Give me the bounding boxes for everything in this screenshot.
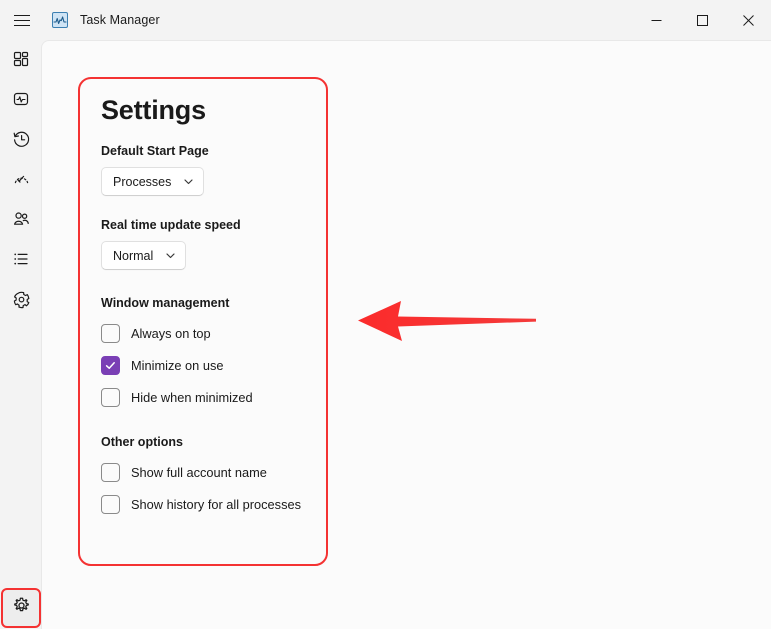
gear-cog-icon xyxy=(12,290,31,309)
close-button[interactable] xyxy=(725,0,771,40)
default-start-page-dropdown[interactable]: Processes xyxy=(101,167,205,197)
other-options-label: Other options xyxy=(101,435,183,450)
page-title: Settings xyxy=(101,95,206,125)
pulse-monitor-icon xyxy=(12,90,30,108)
checkbox-box[interactable] xyxy=(101,323,120,343)
sidebar-item-app-history[interactable] xyxy=(2,120,40,158)
list-icon xyxy=(12,250,30,268)
sidebar-item-services[interactable] xyxy=(2,280,40,318)
task-manager-chart-icon xyxy=(52,12,68,28)
window-management-label: Window management xyxy=(101,296,230,311)
checkbox-box[interactable] xyxy=(101,462,120,482)
checkbox-box[interactable] xyxy=(101,355,120,375)
hamburger-menu-icon[interactable] xyxy=(2,0,42,40)
checkbox-box[interactable] xyxy=(101,494,120,514)
sidebar-item-startup-apps[interactable] xyxy=(2,160,40,198)
settings-panel: Settings Default Start Page Processes Re… xyxy=(79,78,328,567)
checkbox-show-history-all-processes[interactable]: Show history for all processes xyxy=(79,493,328,515)
sidebar-rail xyxy=(0,40,41,629)
update-speed-dropdown[interactable]: Normal xyxy=(101,241,187,271)
chevron-down-icon xyxy=(183,176,194,187)
grid-icon xyxy=(12,50,30,68)
chevron-down-icon xyxy=(165,250,176,261)
checkbox-show-full-account-name[interactable]: Show full account name xyxy=(79,461,328,483)
checkbox-label: Show history for all processes xyxy=(131,496,301,512)
gear-icon xyxy=(12,596,31,620)
sidebar-item-performance[interactable] xyxy=(2,80,40,118)
window-controls xyxy=(633,0,771,40)
sidebar-item-details[interactable] xyxy=(2,240,40,278)
maximize-button[interactable] xyxy=(679,0,725,40)
default-start-page-label: Default Start Page xyxy=(101,144,209,159)
sidebar-item-processes[interactable] xyxy=(2,40,40,78)
default-start-page-value: Processes xyxy=(113,174,172,189)
content-area: Settings Default Start Page Processes Re… xyxy=(41,40,771,629)
checkbox-hide-when-minimized[interactable]: Hide when minimized xyxy=(79,386,328,408)
clock-history-icon xyxy=(12,130,31,149)
gauge-rocket-icon xyxy=(12,170,31,189)
people-icon xyxy=(12,210,31,229)
window-title: Task Manager xyxy=(80,13,160,27)
sidebar-item-settings[interactable] xyxy=(2,589,40,627)
checkbox-label: Always on top xyxy=(131,325,211,341)
checkbox-box[interactable] xyxy=(101,387,120,407)
minimize-button[interactable] xyxy=(633,0,679,40)
sidebar-item-users[interactable] xyxy=(2,200,40,238)
checkbox-label: Hide when minimized xyxy=(131,389,253,405)
update-speed-value: Normal xyxy=(113,248,154,263)
checkbox-label: Show full account name xyxy=(131,464,267,480)
checkbox-minimize-on-use[interactable]: Minimize on use xyxy=(79,354,328,376)
title-bar: Task Manager xyxy=(0,0,771,40)
checkbox-always-on-top[interactable]: Always on top xyxy=(79,322,328,344)
checkbox-label: Minimize on use xyxy=(131,357,224,373)
update-speed-label: Real time update speed xyxy=(101,218,241,233)
